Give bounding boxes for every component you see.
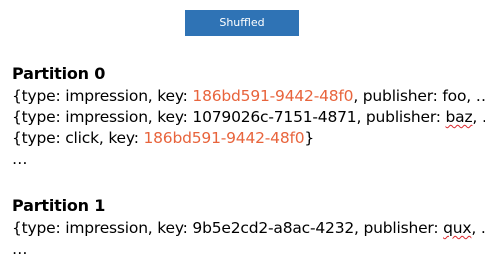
- record-row: {type: impression, key: 186bd591-9442-48…: [12, 86, 485, 107]
- record-publisher: foo: [442, 87, 467, 105]
- partition-title: Partition 0: [12, 64, 106, 83]
- shuffled-badge: Shuffled: [185, 10, 299, 36]
- partition-1: Partition 1 {type: impression, key: 9b5e…: [12, 194, 485, 260]
- partition-0: Partition 0 {type: impression, key: 186b…: [12, 62, 485, 170]
- record-publisher-flagged: baz: [445, 108, 473, 126]
- partition-ellipsis: …: [12, 150, 28, 168]
- record-row: {type: impression, key: 9b5e2cd2-a8ac-42…: [12, 218, 485, 239]
- record-publisher-label: , publisher:: [353, 87, 443, 105]
- record-publisher-flagged: qux: [443, 219, 472, 237]
- record-prefix: {type: impression, key:: [12, 87, 193, 105]
- record-suffix: , …}: [472, 108, 485, 126]
- record-key-highlighted: 186bd591-9442-48f0: [192, 87, 354, 105]
- record-row: {type: impression, key: 1079026c-7151-48…: [12, 107, 485, 128]
- record-publisher-label: , publisher:: [356, 108, 446, 126]
- record-prefix: {type: click, key:: [12, 129, 144, 147]
- record-publisher-label: , publisher:: [354, 219, 444, 237]
- record-prefix: {type: impression, key:: [12, 219, 193, 237]
- record-key: 1079026c-7151-4871: [192, 108, 357, 126]
- record-suffix: , …}: [471, 219, 485, 237]
- record-key: 9b5e2cd2-a8ac-4232: [192, 219, 355, 237]
- record-suffix: , …}: [466, 87, 485, 105]
- record-prefix: {type: impression, key:: [12, 108, 193, 126]
- record-row: {type: click, key: 186bd591-9442-48f0}: [12, 128, 485, 149]
- record-key-highlighted: 186bd591-9442-48f0: [143, 129, 305, 147]
- partition-ellipsis: …: [12, 240, 28, 258]
- record-suffix: }: [304, 129, 315, 147]
- partition-title: Partition 1: [12, 196, 106, 215]
